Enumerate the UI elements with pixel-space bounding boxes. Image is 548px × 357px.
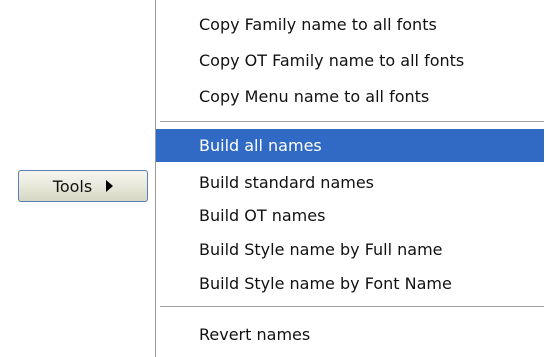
tools-button-label: Tools: [52, 176, 93, 196]
screen: Tools Copy Family name to all fonts Copy…: [0, 0, 548, 357]
menu-item-build-style-name-by-full-name[interactable]: Build Style name by Full name: [156, 233, 548, 266]
menu-item-revert-names[interactable]: Revert names: [156, 318, 548, 351]
menu-item-copy-ot-family-name[interactable]: Copy OT Family name to all fonts: [156, 44, 548, 77]
tools-submenu: Copy Family name to all fonts Copy OT Fa…: [155, 0, 548, 357]
menu-item-build-style-name-by-font-name[interactable]: Build Style name by Font Name: [156, 267, 548, 300]
menu-item-copy-menu-name[interactable]: Copy Menu name to all fonts: [156, 80, 548, 113]
menu-item-copy-family-name[interactable]: Copy Family name to all fonts: [156, 8, 548, 41]
menu-item-build-all-names[interactable]: Build all names: [156, 129, 544, 162]
menu-item-build-standard-names[interactable]: Build standard names: [156, 166, 548, 199]
triangle-right-icon: [106, 180, 114, 192]
menu-separator: [160, 121, 544, 123]
menu-item-build-ot-names[interactable]: Build OT names: [156, 199, 548, 232]
menu-separator: [160, 306, 544, 308]
tools-button[interactable]: Tools: [18, 170, 148, 202]
